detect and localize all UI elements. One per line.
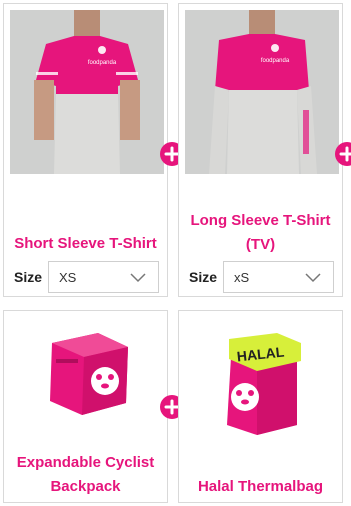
- size-select[interactable]: XS: [48, 261, 159, 293]
- product-image-long-sleeve[interactable]: foodpanda: [185, 10, 339, 174]
- tshirt-long-sleeve-illustration: foodpanda: [185, 10, 339, 174]
- thermalbag-illustration: HALAL: [227, 333, 301, 435]
- chevron-down-icon: [130, 273, 146, 283]
- product-title[interactable]: Short Sleeve T-Shirt: [4, 232, 167, 256]
- size-select-value: XS: [59, 269, 77, 285]
- size-row: Size xS: [189, 261, 334, 293]
- product-card-backpack[interactable]: Expandable Cyclist Backpack: [3, 310, 168, 503]
- product-card-thermalbag[interactable]: HALAL Halal Thermalbag: [178, 310, 343, 503]
- brand-print: foodpanda: [261, 58, 290, 64]
- size-label: Size: [14, 269, 43, 285]
- product-card-short-sleeve[interactable]: foodpanda Short Sleeve T-Shirt Size XS: [3, 3, 168, 297]
- product-title[interactable]: Halal Thermalbag: [179, 475, 342, 499]
- size-select[interactable]: xS: [223, 261, 334, 293]
- size-label: Size: [189, 269, 218, 285]
- brand-print: foodpanda: [88, 60, 117, 66]
- tshirt-short-sleeve-illustration: foodpanda: [10, 10, 164, 174]
- product-title[interactable]: Expandable Cyclist Backpack: [4, 451, 167, 499]
- plus-icon: [335, 142, 351, 166]
- size-row: Size XS: [14, 261, 159, 293]
- product-image-short-sleeve[interactable]: foodpanda: [10, 10, 164, 174]
- product-card-long-sleeve[interactable]: foodpanda Long Sleeve T-Shirt (TV) Size …: [178, 3, 343, 297]
- size-select-value: xS: [234, 269, 250, 285]
- product-title[interactable]: Long Sleeve T-Shirt (TV): [179, 209, 342, 257]
- chevron-down-icon: [305, 273, 321, 283]
- backpack-illustration: [50, 333, 128, 415]
